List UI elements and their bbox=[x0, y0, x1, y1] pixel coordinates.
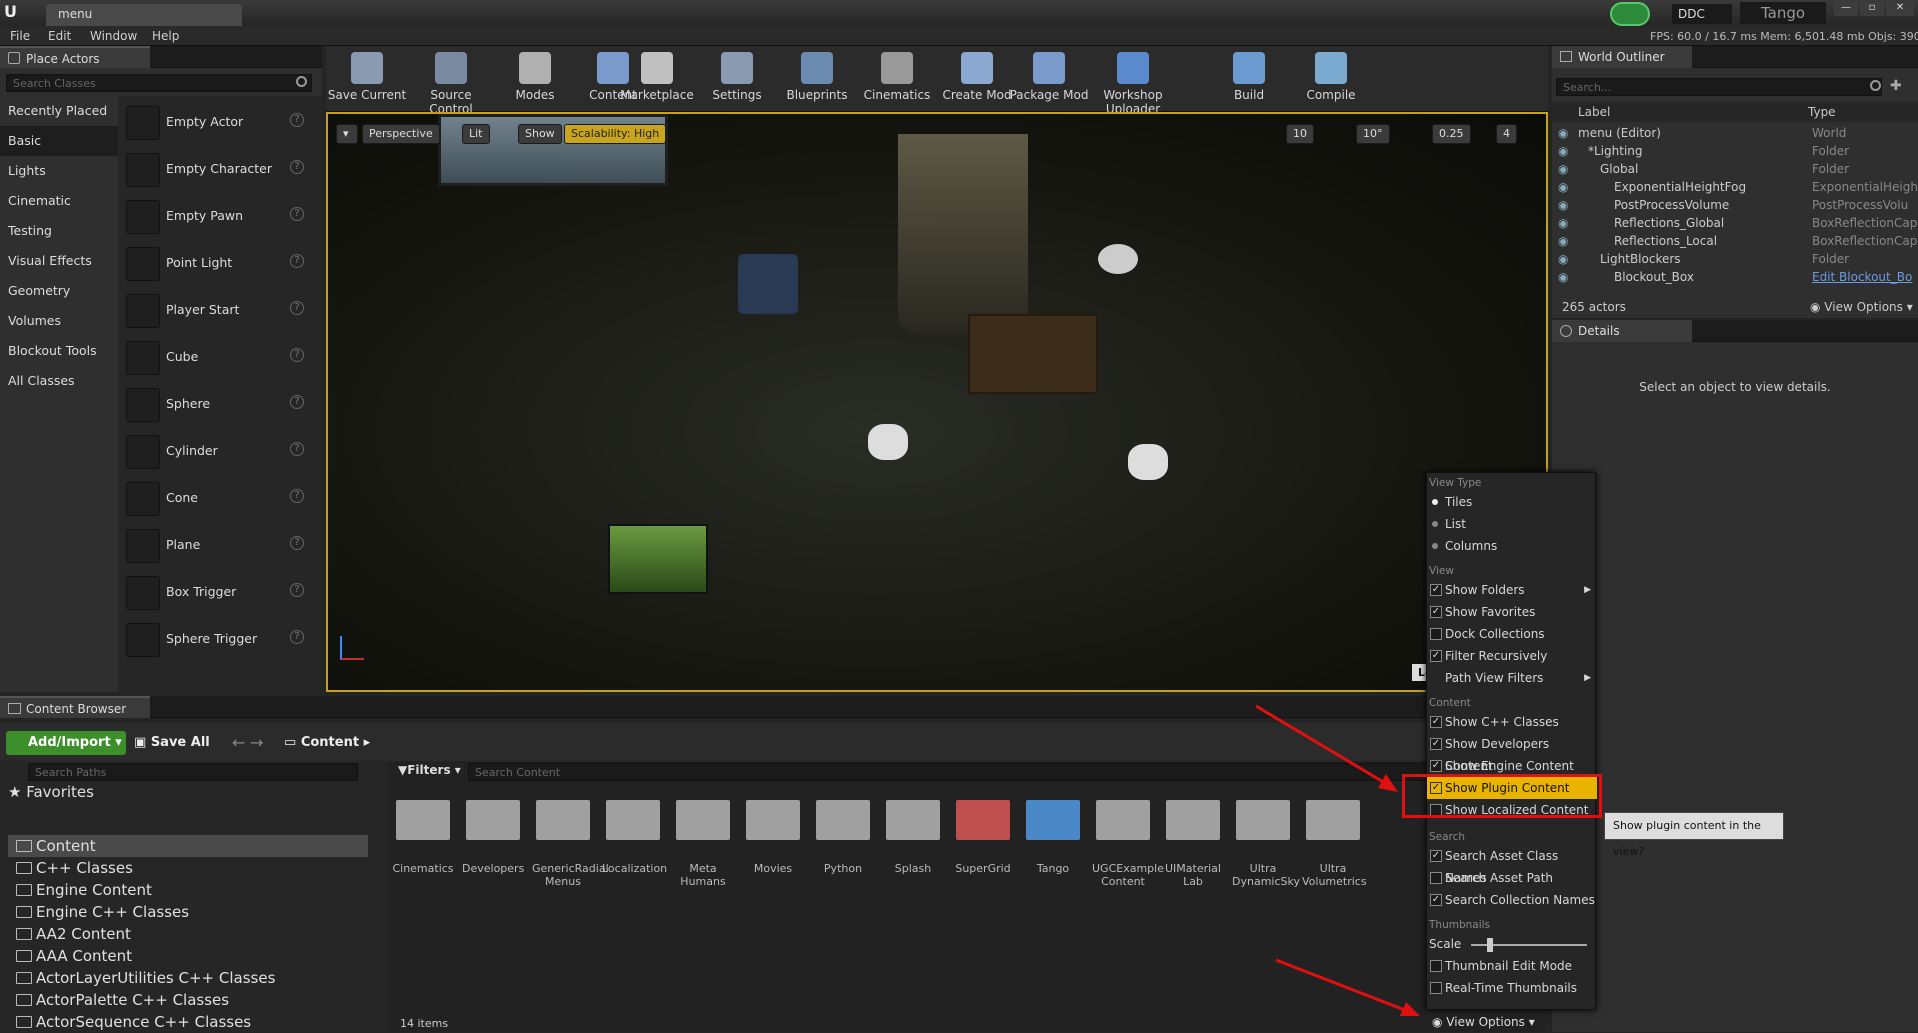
annotation-arrow bbox=[1255, 704, 1391, 788]
arrow-head-icon bbox=[1400, 1002, 1420, 1016]
annotation-arrow bbox=[1275, 958, 1411, 1014]
arrow-head-icon bbox=[1378, 774, 1398, 792]
annotation-arrows bbox=[1255, 704, 1420, 1016]
